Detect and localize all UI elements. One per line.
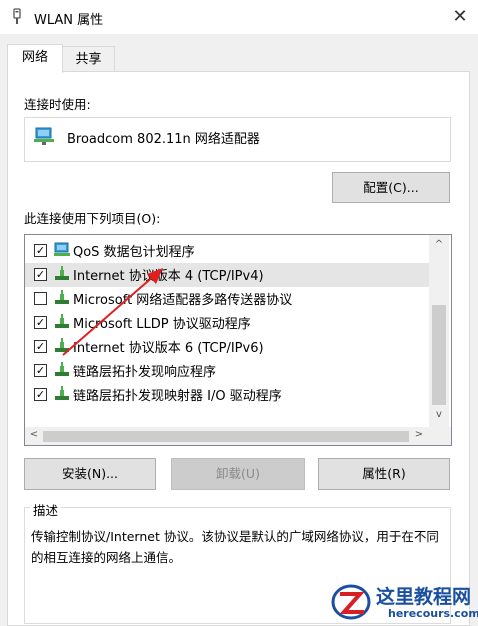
description-text: 传输控制协议/Internet 协议。该协议是默认的广域网络协议，用于在不同的相… bbox=[31, 529, 439, 565]
watermark-title: 这里教程网 bbox=[376, 586, 472, 608]
scroll-left-icon[interactable]: < bbox=[28, 429, 40, 443]
items-label: 此连接使用下列项目(O): bbox=[24, 211, 161, 226]
checkbox[interactable]: ✓ bbox=[34, 364, 47, 377]
install-button[interactable]: 安装(N)... bbox=[24, 458, 156, 490]
properties-button[interactable]: 属性(R) bbox=[318, 458, 450, 490]
protocol-icon bbox=[55, 386, 69, 400]
checkbox[interactable]: ✓ bbox=[34, 244, 47, 257]
window-title: WLAN 属性 bbox=[34, 13, 104, 28]
annotation-arrow-icon bbox=[62, 268, 163, 356]
horizontal-scroll-thumb[interactable] bbox=[43, 431, 409, 442]
configure-button[interactable]: 配置(C)... bbox=[332, 172, 450, 203]
list-item-lltd-mapper[interactable]: ✓ 链路层拓扑发现映射器 I/O 驱动程序 bbox=[25, 383, 433, 407]
checkbox[interactable]: ✓ bbox=[34, 340, 47, 353]
close-button[interactable]: ✕ bbox=[449, 6, 471, 28]
adapter-name: Broadcom 802.11n 网络适配器 bbox=[67, 132, 260, 147]
watermark-logo-icon bbox=[331, 584, 371, 620]
scroll-down-icon[interactable]: v bbox=[431, 409, 447, 423]
description-legend: 描述 bbox=[30, 500, 62, 519]
uninstall-button[interactable]: 卸载(U) bbox=[171, 458, 305, 490]
wlan-adapter-icon bbox=[13, 8, 21, 24]
checkbox[interactable] bbox=[34, 292, 47, 305]
scroll-right-icon[interactable]: > bbox=[413, 429, 425, 443]
list-item-label: 链路层拓扑发现映射器 I/O 驱动程序 bbox=[73, 389, 282, 404]
scroll-corner bbox=[429, 427, 451, 445]
checkbox[interactable]: ✓ bbox=[34, 388, 47, 401]
tab-network[interactable]: 网络 bbox=[7, 44, 63, 73]
connect-using-label: 连接时使用: bbox=[24, 97, 91, 112]
checkbox[interactable]: ✓ bbox=[34, 316, 47, 329]
tab-sharing[interactable]: 共享 bbox=[62, 46, 115, 72]
network-adapter-icon bbox=[34, 127, 54, 145]
scroll-up-icon[interactable]: ^ bbox=[431, 239, 447, 253]
checkbox[interactable]: ✓ bbox=[34, 268, 47, 281]
watermark-url: herecours.com bbox=[388, 607, 478, 620]
watermark: 这里教程网 herecours.com bbox=[330, 580, 478, 624]
vertical-scroll-thumb[interactable] bbox=[432, 305, 446, 405]
